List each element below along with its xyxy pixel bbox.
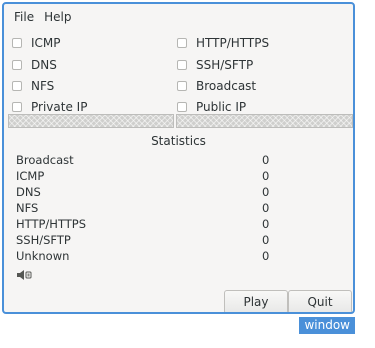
stats-label: HTTP/HTTPS [16,217,87,231]
filter-label: NFS [31,79,55,93]
activity-bar-left [8,114,174,128]
statistics-table: Broadcast 0 ICMP 0 DNS 0 NFS 0 HTTP/HTTP… [16,152,336,264]
statistics-title: Statistics [151,134,206,148]
stats-label: SSH/SFTP [16,233,71,247]
filter-label: SSH/SFTP [196,58,254,72]
menu-bar: File Help [4,4,353,30]
stats-value: 0 [262,201,270,215]
filter-label: Private IP [31,100,88,114]
filter-private-ip[interactable]: Private IP [12,100,87,114]
filter-label: Public IP [196,100,247,114]
filter-label: DNS [31,58,57,72]
stats-row-nfs: NFS 0 [16,200,336,216]
checkbox-http-https[interactable] [177,38,187,48]
stats-label: NFS [16,201,39,215]
filter-broadcast[interactable]: Broadcast [177,79,256,93]
stats-value: 0 [262,217,270,231]
stats-row-dns: DNS 0 [16,184,336,200]
stats-label: Unknown [16,249,70,263]
filter-public-ip[interactable]: Public IP [177,100,246,114]
filter-ssh-sftp[interactable]: SSH/SFTP [177,58,253,72]
stats-row-http-https: HTTP/HTTPS 0 [16,216,336,232]
app-window: File Help ICMP DNS NFS Private IP HTTP/H… [2,2,355,314]
play-button[interactable]: Play [224,290,288,312]
stats-label: Broadcast [16,153,74,167]
filter-label: ICMP [31,36,61,50]
speaker-icon [16,269,32,284]
checkbox-broadcast[interactable] [177,81,187,91]
filter-http-https[interactable]: HTTP/HTTPS [177,36,269,50]
filter-icmp[interactable]: ICMP [12,36,61,50]
checkbox-private-ip[interactable] [12,102,22,112]
stats-row-icmp: ICMP 0 [16,168,336,184]
checkbox-dns[interactable] [12,60,22,70]
menu-file[interactable]: File [10,10,38,24]
filter-label: HTTP/HTTPS [196,36,270,50]
checkbox-nfs[interactable] [12,81,22,91]
activity-bar-right [176,114,353,128]
stats-value: 0 [262,153,270,167]
filter-label: Broadcast [196,79,257,93]
stats-row-unknown: Unknown 0 [16,248,336,264]
menu-help[interactable]: Help [40,10,75,24]
stats-row-ssh-sftp: SSH/SFTP 0 [16,232,336,248]
stats-label: DNS [16,185,41,199]
window-tag: window [299,317,355,334]
stats-value: 0 [262,185,270,199]
stats-row-broadcast: Broadcast 0 [16,152,336,168]
filter-nfs[interactable]: NFS [12,79,54,93]
stats-value: 0 [262,249,270,263]
stats-value: 0 [262,169,270,183]
checkbox-icmp[interactable] [12,38,22,48]
stats-value: 0 [262,233,270,247]
checkbox-public-ip[interactable] [177,102,187,112]
quit-button[interactable]: Quit [288,290,352,312]
filter-dns[interactable]: DNS [12,58,57,72]
checkbox-ssh-sftp[interactable] [177,60,187,70]
stats-label: ICMP [16,169,45,183]
